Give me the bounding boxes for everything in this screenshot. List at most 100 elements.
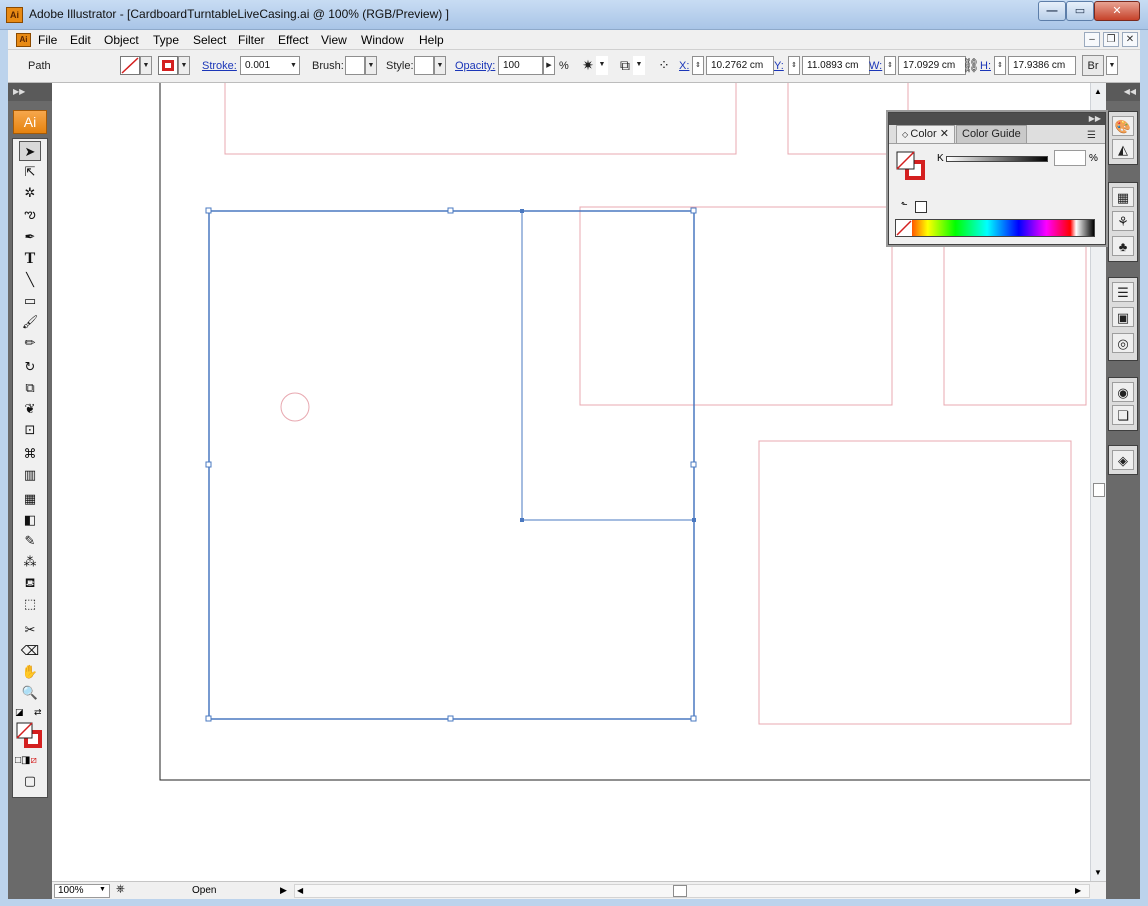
tab-color-guide[interactable]: Color Guide [956, 125, 1027, 143]
k-value-input[interactable] [1054, 150, 1086, 166]
selection-tool-icon[interactable]: ➤ [19, 141, 41, 161]
menu-select[interactable]: Select [193, 33, 226, 47]
out-of-gamut-icon[interactable]: ⬑ [901, 200, 908, 209]
appearance-panel-icon[interactable]: ◉ [1112, 382, 1134, 402]
dock-header[interactable]: ◀◀ [1106, 83, 1140, 101]
tab-color[interactable]: ◇ Color ✕ [896, 125, 955, 143]
tools-panel-header[interactable]: ▶▶ [8, 83, 52, 101]
maximize-button[interactable]: ▭ [1066, 1, 1094, 21]
document-icon[interactable]: Ai [16, 33, 31, 47]
opacity-slider-button[interactable]: ▶ [543, 56, 555, 75]
menu-filter[interactable]: Filter [238, 33, 265, 47]
eyedropper-tool-icon[interactable]: ✎ [19, 531, 41, 551]
menu-help[interactable]: Help [419, 33, 444, 47]
swatches-icon[interactable]: ▦ [1112, 187, 1134, 207]
panel-menu-dropdown[interactable]: ▼ [1106, 56, 1118, 75]
color-spectrum[interactable] [895, 219, 1095, 237]
brush-dropdown[interactable]: ▼ [365, 56, 377, 75]
color-panel-icon[interactable]: 🎨 [1112, 116, 1134, 136]
k-slider[interactable] [946, 156, 1048, 162]
symbol-sprayer-tool-icon[interactable]: ⌘ [19, 444, 41, 464]
illustrator-app-icon[interactable]: Ai [6, 7, 23, 23]
paintbrush-tool-icon[interactable]: 🖌 [19, 312, 41, 332]
h-label[interactable]: H: [980, 60, 991, 72]
stroke-panel-icon[interactable]: ☰ [1112, 282, 1134, 302]
symbols-icon[interactable]: ♣ [1112, 236, 1134, 256]
h-stepper[interactable]: ⇕ [994, 56, 1006, 75]
style-dropdown[interactable]: ▼ [434, 56, 446, 75]
gradient-tool-icon[interactable]: ◧ [19, 510, 41, 530]
gradient-panel-icon[interactable]: ▣ [1112, 307, 1134, 327]
close-icon[interactable]: ✕ [937, 128, 949, 140]
warp-tool-icon[interactable]: ❦ [19, 399, 41, 419]
zoom-tool-icon[interactable]: 🔍 [19, 683, 41, 703]
scroll-down-icon[interactable]: ▼ [1094, 868, 1102, 877]
color-guide-icon[interactable]: ◭ [1112, 139, 1134, 159]
stroke-swatch[interactable] [158, 56, 178, 75]
zoom-dropdown-icon[interactable]: ▼ [99, 886, 106, 893]
live-paint-bucket-tool-icon[interactable]: ⛾ [19, 573, 41, 593]
stroke-dropdown[interactable]: ▼ [178, 56, 190, 75]
default-swap-colors[interactable]: ◪ ⇄ [15, 706, 45, 718]
menu-object[interactable]: Object [104, 33, 139, 47]
none-color-icon[interactable] [896, 220, 912, 236]
live-paint-selection-tool-icon[interactable]: ⬚ [19, 594, 41, 614]
reference-point-icon[interactable]: ⁘ [654, 55, 674, 76]
align-dropdown[interactable]: ▼ [633, 56, 645, 75]
opacity-input[interactable]: 100 [498, 56, 543, 75]
w-stepper[interactable]: ⇕ [884, 56, 896, 75]
menu-type[interactable]: Type [153, 33, 179, 47]
screen-mode-icon[interactable]: ▢ [19, 771, 41, 791]
version-cue-icon[interactable]: ⎈ [116, 883, 125, 896]
panel-menu-icon[interactable]: ☰ [1087, 130, 1096, 141]
type-tool-icon[interactable]: T [19, 249, 41, 269]
document-restore-button[interactable]: ❐ [1103, 32, 1119, 47]
scroll-left-icon[interactable]: ◀ [297, 886, 303, 895]
close-button[interactable]: ✕ [1094, 1, 1140, 21]
recolor-dropdown[interactable]: ▼ [596, 56, 608, 75]
mesh-tool-icon[interactable]: ▦ [19, 489, 41, 509]
x-label[interactable]: X: [679, 60, 689, 72]
stroke-label[interactable]: Stroke: [202, 60, 237, 72]
constrain-proportions-icon[interactable]: ⛓ [962, 55, 980, 76]
h-input[interactable]: 17.9386 cm [1008, 56, 1076, 75]
web-safe-swatch[interactable] [915, 201, 927, 213]
menu-edit[interactable]: Edit [70, 33, 91, 47]
brush-swatch[interactable] [345, 56, 365, 75]
x-input[interactable]: 10.2762 cm [706, 56, 774, 75]
x-stepper[interactable]: ⇕ [692, 56, 704, 75]
fill-stroke-indicator[interactable] [16, 722, 44, 750]
w-input[interactable]: 17.0929 cm [898, 56, 966, 75]
menu-file[interactable]: File [38, 33, 57, 47]
column-graph-tool-icon[interactable]: ▥ [19, 465, 41, 485]
menu-view[interactable]: View [321, 33, 347, 47]
line-segment-tool-icon[interactable]: ╲ [19, 270, 41, 290]
pencil-tool-icon[interactable]: ✏ [19, 333, 41, 353]
menu-window[interactable]: Window [361, 33, 404, 47]
status-menu-icon[interactable]: ▶ [280, 885, 287, 896]
scale-tool-icon[interactable]: ⧉ [19, 378, 41, 398]
scroll-up-icon[interactable]: ▲ [1094, 87, 1102, 96]
graphic-styles-icon[interactable]: ❏ [1112, 405, 1134, 425]
menu-effect[interactable]: Effect [278, 33, 308, 47]
fill-stroke-indicator[interactable] [895, 150, 927, 182]
bridge-icon[interactable]: Br [1082, 55, 1104, 76]
layers-panel-icon[interactable]: ◈ [1112, 450, 1134, 470]
transparency-panel-icon[interactable]: ◎ [1112, 333, 1134, 353]
scroll-right-icon[interactable]: ▶ [1075, 886, 1081, 895]
recolor-artwork-icon[interactable]: ✷ [578, 55, 598, 76]
color-panel-header[interactable]: ▶▶ [889, 113, 1105, 125]
fill-dropdown[interactable]: ▼ [140, 56, 152, 75]
magic-wand-tool-icon[interactable]: ✲ [19, 183, 41, 203]
lasso-tool-icon[interactable]: ఌ [19, 204, 41, 224]
rotate-tool-icon[interactable]: ↻ [19, 357, 41, 377]
y-input[interactable]: 11.0893 cm [802, 56, 870, 75]
rectangle-tool-icon[interactable]: ▭ [19, 291, 41, 311]
horizontal-scroll-thumb[interactable] [673, 885, 687, 897]
pen-tool-icon[interactable]: ✒ [19, 227, 41, 247]
y-stepper[interactable]: ⇕ [788, 56, 800, 75]
vertical-scroll-thumb[interactable] [1093, 483, 1105, 497]
hand-tool-icon[interactable]: ✋ [19, 662, 41, 682]
stroke-weight-dropdown[interactable]: ▼ [288, 56, 300, 75]
color-mode-buttons[interactable]: □◨⧄ [15, 755, 45, 767]
